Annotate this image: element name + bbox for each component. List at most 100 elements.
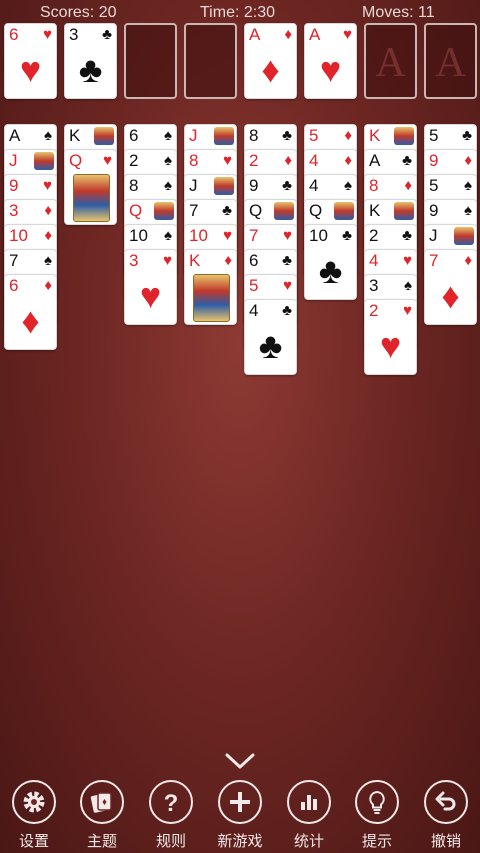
card-rank: A	[9, 126, 21, 145]
card-rank: A	[249, 25, 261, 44]
clubs-icon: ♣	[342, 227, 352, 244]
toolbar-button-chart[interactable]: 统计	[281, 780, 337, 853]
tableau-card[interactable]: 7 ♦ ♦	[424, 249, 477, 325]
clubs-large-icon: ♣	[78, 49, 103, 90]
card-rank: 2	[249, 151, 259, 170]
toolbar-label: 主题	[86, 832, 117, 850]
hearts-icon: ♥	[283, 227, 292, 244]
bulb-icon	[355, 780, 399, 824]
card-rank: J	[189, 176, 198, 195]
face-portrait-icon	[34, 152, 54, 170]
foundation-card[interactable]: A ♥ ♥	[304, 23, 357, 99]
hearts-icon: ♥	[43, 26, 52, 43]
moves-label: Moves: 11	[362, 4, 435, 21]
card-rank: 3	[9, 201, 19, 220]
clubs-icon: ♣	[282, 302, 292, 319]
gear-icon	[12, 780, 56, 824]
freecell-card[interactable]: 6 ♥ ♥	[4, 23, 57, 99]
tableau-card[interactable]: 10 ♣ ♣	[304, 224, 357, 300]
freecell-card[interactable]: 3 ♣ ♣	[64, 23, 117, 99]
toolbar-label: 撤销	[430, 832, 461, 850]
spades-icon: ♠	[164, 177, 172, 194]
hearts-icon: ♥	[283, 277, 292, 294]
theme-icon	[80, 780, 124, 824]
chevron-down-icon[interactable]	[225, 752, 255, 770]
foundation-empty-slot[interactable]: A	[364, 23, 417, 99]
card-rank: K	[369, 201, 381, 220]
card-rank: 6	[9, 276, 19, 295]
hearts-large-icon: ♥	[379, 325, 402, 366]
hearts-large-icon: ♥	[319, 49, 342, 90]
toolbar-label: 新游戏	[217, 832, 263, 850]
card-rank: 6	[249, 251, 259, 270]
card-rank: Q	[129, 201, 143, 220]
clubs-icon: ♣	[222, 202, 232, 219]
card-rank: 10	[9, 226, 28, 245]
toolbar-button-gear[interactable]: 设置	[6, 780, 62, 853]
spades-icon: ♠	[164, 152, 172, 169]
tableau-card[interactable]: 3 ♥ ♥	[124, 249, 177, 325]
card-rank: 2	[129, 151, 139, 170]
card-rank: 10	[129, 226, 148, 245]
diamonds-icon: ♦	[284, 152, 292, 169]
card-rank: 5	[429, 176, 439, 195]
toolbar-label: 提示	[361, 832, 392, 850]
clubs-icon: ♣	[402, 227, 412, 244]
time-label: Time: 2:30	[200, 4, 275, 21]
card-rank: 7	[9, 251, 19, 270]
diamonds-icon: ♦	[44, 202, 52, 219]
tableau-card[interactable]: K ♦	[184, 249, 237, 325]
spades-icon: ♠	[464, 202, 472, 219]
card-rank: 7	[249, 226, 259, 245]
card-rank: 9	[9, 176, 19, 195]
tableau-card[interactable]: 2 ♥ ♥	[364, 299, 417, 375]
tableau-card[interactable]: 4 ♣ ♣	[244, 299, 297, 375]
score-label: Scores: 20	[40, 4, 117, 21]
card-rank: 4	[309, 176, 319, 195]
toolbar-button-theme[interactable]: 主题	[74, 780, 130, 853]
hearts-icon: ♥	[223, 227, 232, 244]
face-portrait-icon	[94, 127, 114, 145]
clubs-large-icon: ♣	[258, 325, 283, 366]
spades-icon: ♠	[164, 127, 172, 144]
card-rank: 8	[249, 126, 259, 145]
hearts-large-icon: ♥	[139, 275, 162, 316]
clubs-icon: ♣	[282, 177, 292, 194]
toolbar-label: 统计	[293, 832, 324, 850]
diamonds-icon: ♦	[464, 252, 472, 269]
spades-icon: ♠	[464, 177, 472, 194]
toolbar-button-undo[interactable]: 撤销	[418, 780, 474, 853]
toolbar-button-plus[interactable]: 新游戏	[212, 780, 268, 853]
diamonds-large-icon: ♦	[441, 275, 460, 316]
svg-text:?: ?	[164, 790, 179, 815]
diamonds-icon: ♦	[404, 177, 412, 194]
card-rank: 10	[309, 226, 328, 245]
card-rank: K	[189, 251, 201, 270]
hearts-icon: ♥	[403, 302, 412, 319]
hearts-icon: ♥	[223, 152, 232, 169]
foundation-card[interactable]: A ♦ ♦	[244, 23, 297, 99]
clubs-icon: ♣	[402, 152, 412, 169]
spades-icon: ♠	[44, 252, 52, 269]
card-rank: Q	[249, 201, 263, 220]
tableau-card[interactable]: Q ♥	[64, 149, 117, 225]
freecell-empty-slot[interactable]	[124, 23, 177, 99]
card-rank: 5	[249, 276, 259, 295]
foundation-ghost-label: A	[435, 40, 466, 86]
card-rank: 5	[309, 126, 319, 145]
card-rank: A	[369, 151, 381, 170]
toolbar-button-question[interactable]: ? 规则	[143, 780, 199, 853]
toolbar-button-bulb[interactable]: 提示	[349, 780, 405, 853]
freecell-empty-slot[interactable]	[184, 23, 237, 99]
face-portrait-icon	[334, 202, 354, 220]
foundation-empty-slot[interactable]: A	[424, 23, 477, 99]
card-rank: 8	[189, 151, 199, 170]
tableau-card[interactable]: 6 ♦ ♦	[4, 274, 57, 350]
card-rank: Q	[309, 201, 323, 220]
diamonds-icon: ♦	[44, 227, 52, 244]
diamonds-large-icon: ♦	[21, 300, 40, 341]
face-portrait-icon	[214, 177, 234, 195]
card-rank: 3	[129, 251, 139, 270]
face-portrait-icon	[154, 202, 174, 220]
face-portrait-icon	[274, 202, 294, 220]
